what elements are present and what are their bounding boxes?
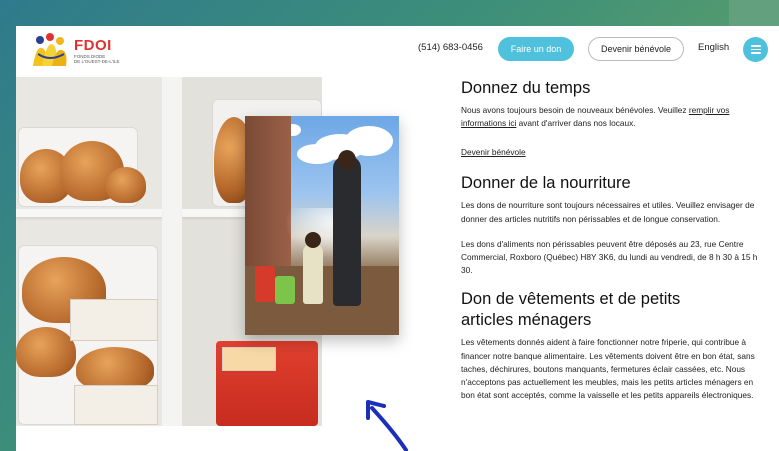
background-tile <box>729 0 779 28</box>
logo-subtitle-line2: DE L'OUEST-DE-L'ILE <box>74 58 120 64</box>
site-header: FDOI FONDS DIODE DE L'OUEST-DE-L'ILE (51… <box>16 26 779 74</box>
become-volunteer-link[interactable]: Devenir bénévole <box>461 146 526 159</box>
section-title-food: Donner de la nourriture <box>461 174 631 193</box>
food-paragraph-2: Les dons d'aliments non périssables peuv… <box>461 238 758 276</box>
logo-title: FDOI <box>74 37 112 54</box>
donation-info-column: Donnez du temps Nous avons toujours beso… <box>461 78 761 402</box>
donate-button[interactable]: Faire un don <box>498 37 574 61</box>
annotation-arrow-icon <box>366 400 408 451</box>
time-text-before: Nous avons toujours besoin de nouveaux b… <box>461 105 689 115</box>
section-title-time: Donnez du temps <box>461 79 591 97</box>
language-switch-link[interactable]: English <box>698 42 729 53</box>
phone-link[interactable]: (514) 683-0456 <box>418 42 483 53</box>
time-paragraph: Nous avons toujours besoin de nouveaux b… <box>461 104 761 130</box>
section-title-clothing: Don de vêtements et de petits articles m… <box>461 290 681 330</box>
clothing-paragraph: Les vêtements donnés aident à faire fonc… <box>461 337 755 401</box>
site-logo[interactable]: FDOI FONDS DIODE DE L'OUEST-DE-L'ILE <box>30 31 140 71</box>
garden-volunteer-photo <box>245 116 399 335</box>
volunteer-button[interactable]: Devenir bénévole <box>588 37 684 61</box>
logo-text: FDOI FONDS DIODE DE L'OUEST-DE-L'ILE <box>74 38 119 64</box>
time-text-after: avant d'arriver dans nos locaux. <box>516 118 636 129</box>
hamburger-menu-icon[interactable] <box>743 37 768 62</box>
food-paragraph-1: Les dons de nourriture sont toujours néc… <box>461 200 755 224</box>
logo-figures-icon <box>30 32 70 70</box>
